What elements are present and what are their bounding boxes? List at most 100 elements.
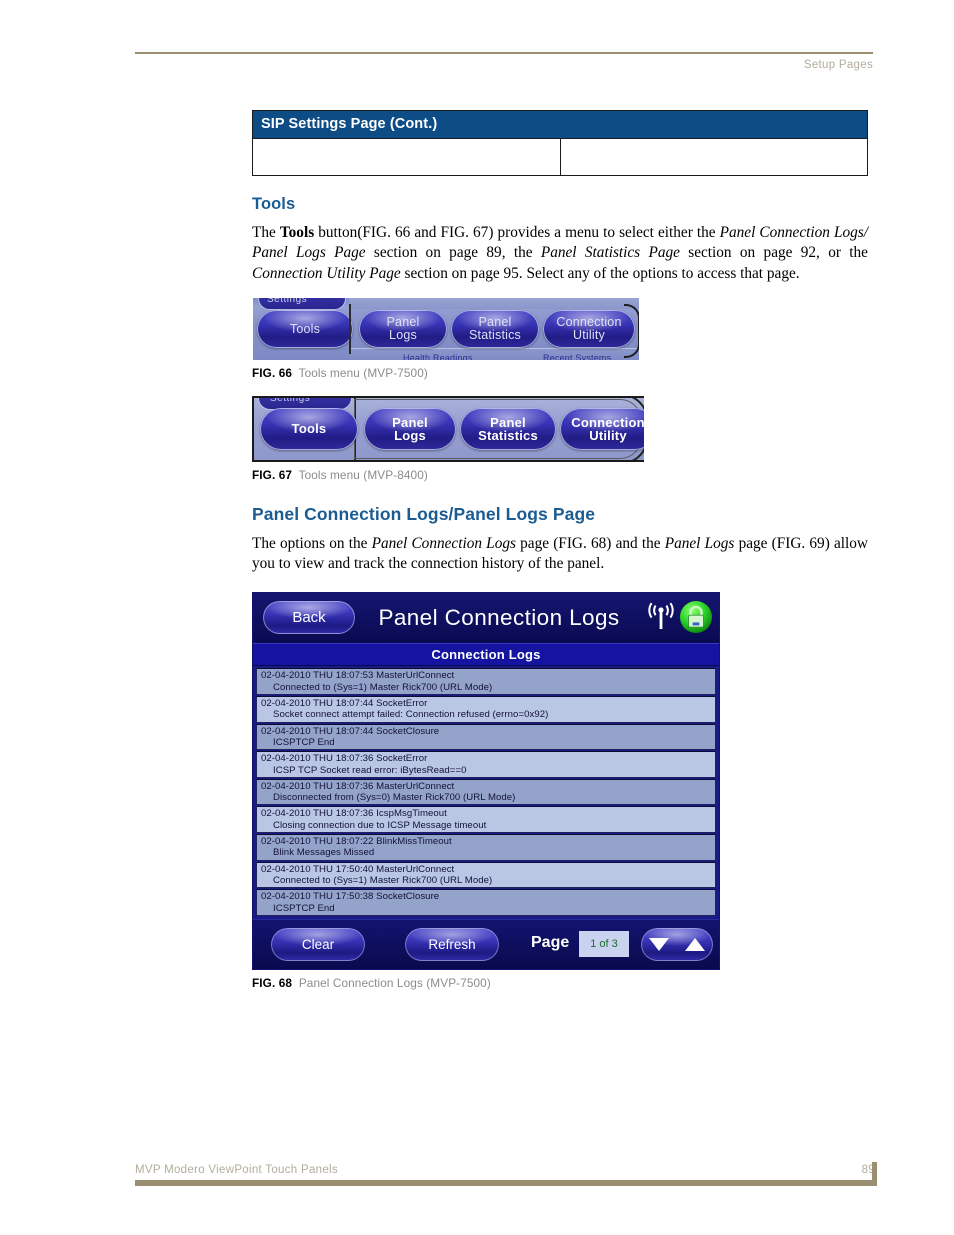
log-entry-timestamp: 02-04-2010 THU 18:07:36 MasterUrlConnect (261, 780, 455, 792)
page-content: SIP Settings Page (Cont.) Tools The Tool… (252, 110, 868, 1006)
tools-paragraph: The Tools button(FIG. 66 and FIG. 67) pr… (252, 223, 868, 284)
footer-accent-mark (872, 1162, 877, 1186)
figure-67-caption-text: Tools menu (MVP-8400) (298, 467, 428, 482)
panel-statistics-button[interactable]: Panel Statistics (451, 309, 539, 348)
log-entry[interactable]: 02-04-2010 THU 18:07:53 MasterUrlConnect… (256, 668, 716, 696)
connection-utility-button[interactable]: Connection Utility (560, 407, 644, 450)
footer-row: MVP Modero ViewPoint Touch Panels 89 (135, 1164, 875, 1180)
log-entry-timestamp: 02-04-2010 THU 18:07:44 SocketClosure (261, 725, 440, 737)
log-entry-timestamp: 02-04-2010 THU 18:07:53 MasterUrlConnect (261, 670, 455, 682)
green-lock-icon (680, 601, 712, 634)
page-indicator-field: 1 of 3 (579, 930, 629, 957)
connection-logs-list[interactable]: 02-04-2010 THU 18:07:53 MasterUrlConnect… (253, 666, 719, 919)
figure-68-caption: FIG. 68 Panel Connection Logs (MVP-7500) (252, 976, 868, 990)
panel-upper-row (349, 297, 639, 309)
log-entry-detail: ICSPTCP End (273, 902, 335, 914)
log-entry[interactable]: 02-04-2010 THU 18:07:44 SocketClosure IC… (256, 723, 716, 751)
panel-title-bar: Back Panel Connection Logs (253, 593, 719, 644)
panel-frame-right-edge (624, 303, 639, 358)
text-run: section on page 89, the (365, 244, 541, 262)
figure-66-caption: FIG. 66 Tools menu (MVP-7500) (252, 366, 868, 380)
figure-66-label: FIG. 66 (252, 365, 293, 380)
figure-68-label: FIG. 68 (252, 975, 293, 990)
log-entry[interactable]: 02-04-2010 THU 17:50:38 SocketClosure IC… (256, 889, 716, 916)
connection-utility-button[interactable]: Connection Utility (543, 309, 635, 348)
connection-utility-label-line2: Utility (573, 327, 605, 342)
panel-statistics-label-line2: Statistics (478, 427, 538, 443)
tools-button[interactable]: Tools (260, 407, 358, 450)
connection-utility-label-line2: Utility (589, 427, 627, 443)
panel-connection-logs-screen: Back Panel Connection Logs Connection Lo… (252, 592, 720, 970)
footer-title: MVP Modero ViewPoint Touch Panels (135, 1164, 338, 1176)
figure-67-caption: FIG. 67 Tools menu (MVP-8400) (252, 468, 868, 482)
panel-logs-label-line1: Panel (386, 315, 420, 330)
panel-statistics-label-line2: Statistics (468, 327, 521, 342)
back-button[interactable]: Back (263, 601, 355, 635)
log-entry-timestamp: 02-04-2010 THU 17:50:40 MasterUrlConnect (261, 863, 455, 875)
connection-utility-label-line1: Connection (556, 315, 622, 330)
log-entry-timestamp: 02-04-2010 THU 18:07:44 SocketError (261, 698, 428, 710)
triangle-up-icon[interactable] (685, 937, 705, 951)
log-entry-detail: Closing connection due to ICSP Message t… (273, 819, 487, 831)
figure-67-label: FIG. 67 (252, 467, 293, 482)
figure-66-caption-text: Tools menu (MVP-7500) (298, 365, 428, 380)
panel-statistics-label-line1: Panel (478, 315, 512, 330)
footer-rule (135, 1180, 875, 1186)
text-run: section on page 95. Select any of the op… (400, 264, 800, 282)
mvp7500-tools-menu-screenshot: Settings Health Readings Recent Systems … (253, 297, 639, 360)
log-entry-timestamp: 02-04-2010 THU 18:07:22 BlinkMissTimeout (261, 836, 452, 848)
table-row (252, 138, 868, 176)
clear-button[interactable]: Clear (271, 927, 365, 961)
page-label: Page (531, 933, 570, 951)
log-entry[interactable]: 02-04-2010 THU 18:07:44 SocketError Sock… (256, 696, 716, 723)
refresh-button[interactable]: Refresh (405, 927, 499, 961)
figure-68-caption-text: Panel Connection Logs (MVP-7500) (298, 975, 491, 990)
panel-statistics-button[interactable]: Panel Statistics (460, 407, 556, 450)
panel-bottom-toolbar: Clear Refresh Page 1 of 3 (253, 918, 719, 969)
panel-logs-label-line2: Logs (394, 427, 426, 443)
mvp8400-tools-menu-screenshot: Settings Tools Panel Logs Panel Statisti… (252, 395, 644, 462)
log-entry[interactable]: 02-04-2010 THU 17:50:40 MasterUrlConnect… (256, 861, 716, 889)
table-cell-description (559, 138, 868, 176)
log-entry-detail: Disconnected from (Sys=0) Master Rick700… (273, 792, 516, 804)
page-running-footer: MVP Modero ViewPoint Touch Panels 89 (135, 1162, 877, 1186)
table-cell-label (252, 138, 561, 176)
panel-title: Panel Connection Logs (378, 605, 620, 631)
text-run: page (FIG. 68) and the (515, 534, 665, 552)
log-entry-timestamp: 02-04-2010 THU 18:07:36 SocketError (261, 753, 428, 765)
log-entry[interactable]: 02-04-2010 THU 18:07:22 BlinkMissTimeout… (256, 834, 716, 861)
panel-logs-label-line2: Logs (389, 327, 417, 342)
log-entry-detail: Connected to (Sys=1) Master Rick700 (URL… (273, 874, 493, 886)
section-heading-tools: Tools (252, 195, 296, 213)
panel-logs-label-line1: Panel (392, 414, 428, 430)
panel-logs-button[interactable]: Panel Logs (364, 407, 456, 450)
text-run: The options on the (252, 534, 372, 552)
wifi-signal-icon (648, 603, 674, 630)
tools-button-label-line1: Tools (291, 421, 327, 437)
page-running-header: Setup Pages (135, 52, 873, 71)
triangle-down-icon[interactable] (649, 937, 669, 951)
table-title: SIP Settings Page (Cont.) (252, 110, 868, 139)
panel-logs-button[interactable]: Panel Logs (359, 309, 447, 348)
text-italic-connection-utility: Connection Utility Page (252, 264, 401, 282)
back-button-label: Back (292, 609, 326, 627)
sip-settings-table: SIP Settings Page (Cont.) (252, 110, 868, 176)
log-entry-timestamp: 02-04-2010 THU 18:07:36 IcspMsgTimeout (261, 808, 447, 820)
connection-logs-subheader: Connection Logs (253, 643, 719, 667)
text-italic-panel-statistics: Panel Statistics Page (540, 244, 680, 262)
log-entry[interactable]: 02-04-2010 THU 18:07:36 IcspMsgTimeout C… (256, 806, 716, 834)
connection-utility-label-line1: Connection (571, 414, 644, 430)
log-entry[interactable]: 02-04-2010 THU 18:07:36 SocketError ICSP… (256, 751, 716, 778)
log-entry[interactable]: 02-04-2010 THU 18:07:36 MasterUrlConnect… (256, 778, 716, 806)
log-entry-timestamp: 02-04-2010 THU 17:50:38 SocketClosure (261, 891, 440, 903)
status-icon-group (647, 600, 713, 634)
figure-66: Settings Health Readings Recent Systems … (252, 297, 868, 380)
header-rule (135, 52, 873, 54)
log-entry-detail: ICSPTCP End (273, 736, 335, 748)
text-italic-panel-connection-logs: Panel Connection Logs (371, 534, 516, 552)
tools-button[interactable]: Tools (257, 309, 353, 348)
settings-button-label: Settings (270, 395, 311, 404)
recent-systems-label: Recent Systems (543, 352, 612, 360)
page-navigation-buttons[interactable] (641, 927, 713, 961)
table-header-row: SIP Settings Page (Cont.) (252, 110, 868, 139)
